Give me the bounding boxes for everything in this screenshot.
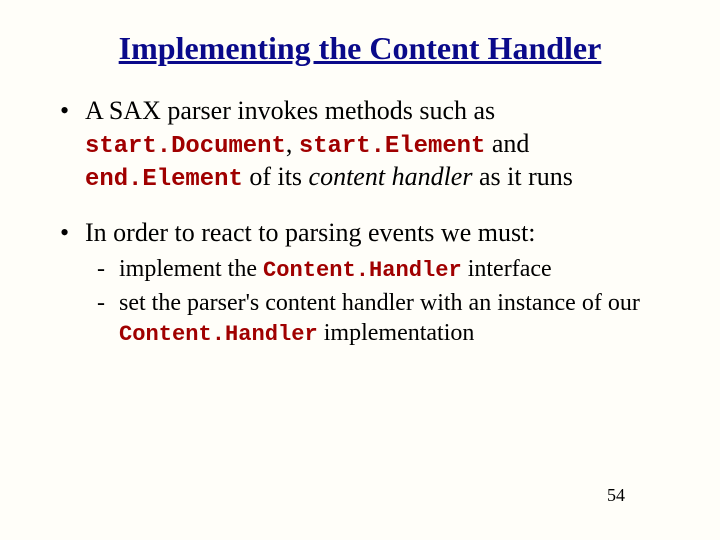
text-fragment: interface	[462, 256, 552, 282]
code-fragment: start.Element	[299, 133, 486, 160]
bullet-list: A SAX parser invokes methods such as sta…	[55, 95, 665, 349]
text-fragment: In order to react to parsing events we m…	[85, 218, 536, 247]
code-fragment: Content.Handler	[119, 322, 318, 347]
text-fragment: A SAX parser invokes methods such as	[85, 96, 495, 125]
italic-fragment: content handler	[309, 162, 473, 191]
text-fragment: ,	[286, 129, 299, 158]
code-fragment: end.Element	[85, 166, 243, 193]
text-fragment: set the parser's content handler with an…	[119, 290, 640, 316]
text-fragment: as it runs	[472, 162, 572, 191]
code-fragment: Content.Handler	[263, 258, 462, 283]
code-fragment: start.Document	[85, 133, 286, 160]
sub-item: implement the Content.Handler interface	[85, 254, 665, 285]
slide: Implementing the Content Handler A SAX p…	[0, 0, 720, 540]
sub-list: implement the Content.Handler interface …	[85, 254, 665, 349]
sub-item: set the parser's content handler with an…	[85, 288, 665, 349]
bullet-item: A SAX parser invokes methods such as sta…	[55, 95, 665, 195]
text-fragment: of its	[243, 162, 309, 191]
text-fragment: implement the	[119, 256, 263, 282]
page-number: 54	[607, 485, 625, 506]
text-fragment: implementation	[318, 320, 475, 346]
slide-title: Implementing the Content Handler	[55, 30, 665, 67]
text-fragment: and	[485, 129, 529, 158]
bullet-item: In order to react to parsing events we m…	[55, 217, 665, 349]
